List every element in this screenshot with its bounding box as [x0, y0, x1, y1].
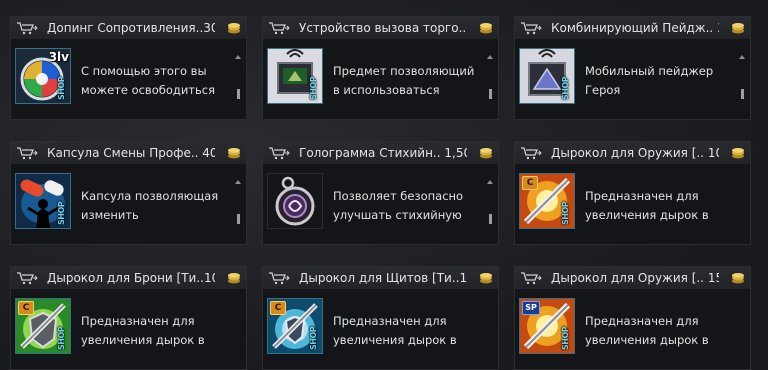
coin-stack-icon	[228, 273, 240, 284]
coin-stack-icon	[480, 148, 492, 159]
coin-stack-icon	[732, 273, 744, 284]
scroll-up-arrow-icon[interactable]	[487, 55, 493, 59]
shop-tag: SHOP	[57, 76, 66, 100]
item-description: С помощью этого вы можете освободиться о…	[81, 64, 216, 97]
shop-item-card[interactable]: Капсула Смены Профе.. 400 SHOP Капсула п…	[10, 141, 247, 245]
grade-badge: C	[270, 301, 286, 315]
grade-badge: SP	[522, 301, 540, 315]
elemental-hologram-icon[interactable]	[267, 173, 323, 229]
item-header: Капсула Смены Профе.. 400	[11, 142, 246, 165]
doping-potion-icon[interactable]: 3lv SHOP	[15, 48, 71, 104]
shop-item-card[interactable]: Допинг Сопротивления..300 3lv SHOP С пом…	[10, 16, 247, 120]
shopping-cart-icon[interactable]	[520, 271, 542, 285]
shop-item-card[interactable]: Комбинирующий Пейдж.. 30 SHOP Мобильный …	[514, 16, 751, 120]
coin-stack-icon	[228, 23, 240, 34]
item-title: Дырокол для Щитов [Ти..100	[299, 271, 467, 285]
class-change-capsule-icon[interactable]: SHOP	[15, 173, 71, 229]
item-description: Предмет позволяющий в использоваться усл…	[333, 64, 475, 97]
shopping-cart-icon[interactable]	[520, 146, 542, 160]
item-header: Допинг Сопротивления..300	[11, 17, 246, 40]
item-level-badge: 3lv	[48, 50, 69, 64]
shop-tag: SHOP	[309, 76, 318, 100]
item-description: Предназначен для увеличения дырок в оруж…	[585, 314, 709, 347]
shop-item-card[interactable]: Устройство вызова торго..30 SHOP Предмет…	[262, 16, 499, 120]
shield-punch-icon[interactable]: C SHOP	[267, 298, 323, 354]
item-title: Дырокол для Оружия [.. 100	[551, 146, 719, 160]
shop-tag: SHOP	[309, 326, 318, 350]
item-body: 3lv SHOP С помощью этого вы можете освоб…	[11, 39, 246, 119]
item-body: SHOP Предмет позволяющий в использоватьс…	[263, 39, 498, 119]
item-header: Дырокол для Щитов [Ти..100	[263, 267, 498, 290]
item-title: Капсула Смены Профе.. 400	[47, 146, 215, 160]
scroll-thumb[interactable]	[489, 214, 492, 224]
item-header: Дырокол для Оружия [.. 150	[515, 267, 750, 290]
shop-item-card[interactable]: Дырокол для Оружия [.. 150 SP SHOP Предн…	[514, 266, 751, 370]
shop-item-card[interactable]: Дырокол для Щитов [Ти..100 C SHOP Предна…	[262, 266, 499, 370]
scroll-thumb[interactable]	[237, 214, 240, 224]
item-description: Позволяет безопасно улучшать стихийную б…	[333, 189, 464, 222]
shop-item-card[interactable]: Голограмма Стихийн.. 1,500 Позволяет без…	[262, 141, 499, 245]
scroll-thumb[interactable]	[489, 89, 492, 99]
item-description: Предназначен для увеличения дырок в брон…	[81, 314, 205, 347]
coin-stack-icon	[480, 23, 492, 34]
pager-icon[interactable]: SHOP	[519, 48, 575, 104]
item-description: Предназначен для увеличения дырок в оруж…	[585, 189, 709, 222]
item-body: C SHOP Предназначен для увеличения дырок…	[263, 289, 498, 369]
item-body: SHOP Мобильный пейджер Героя	[515, 39, 750, 119]
item-body: C SHOP Предназначен для увеличения дырок…	[515, 164, 750, 244]
item-header: Устройство вызова торго..30	[263, 17, 498, 40]
item-body: SHOP Капсула позволяющая изменить специа…	[11, 164, 246, 244]
item-body: SP SHOP Предназначен для увеличения дыро…	[515, 289, 750, 369]
shopping-cart-icon[interactable]	[16, 271, 38, 285]
armor-punch-icon[interactable]: C SHOP	[15, 298, 71, 354]
coin-stack-icon	[732, 23, 744, 34]
weapon-punch-sp-icon[interactable]: SP SHOP	[519, 298, 575, 354]
shop-tag: SHOP	[561, 201, 570, 225]
weapon-punch-icon[interactable]: C SHOP	[519, 173, 575, 229]
scroll-thumb[interactable]	[237, 89, 240, 99]
shop-tag: SHOP	[561, 76, 570, 100]
shopping-cart-icon[interactable]	[268, 21, 290, 35]
item-title: Дырокол для Оружия [.. 150	[551, 271, 719, 285]
shop-tag: SHOP	[57, 326, 66, 350]
shop-item-card[interactable]: Дырокол для Брони [Ти..100 C SHOP Предна…	[10, 266, 247, 370]
shopping-cart-icon[interactable]	[520, 21, 542, 35]
scroll-up-arrow-icon[interactable]	[487, 180, 493, 184]
item-description: Мобильный пейджер Героя	[585, 64, 714, 97]
shop-item-card[interactable]: Дырокол для Оружия [.. 100 C SHOP Предна…	[514, 141, 751, 245]
grade-badge: C	[522, 176, 538, 190]
item-header: Комбинирующий Пейдж.. 30	[515, 17, 750, 40]
item-header: Дырокол для Брони [Ти..100	[11, 267, 246, 290]
item-title: Допинг Сопротивления..300	[47, 21, 215, 35]
scroll-up-arrow-icon[interactable]	[739, 55, 745, 59]
coin-stack-icon	[732, 148, 744, 159]
grade-badge: C	[18, 301, 34, 315]
coin-stack-icon	[228, 148, 240, 159]
coin-stack-icon	[480, 273, 492, 284]
item-body: Позволяет безопасно улучшать стихийную б…	[263, 164, 498, 244]
item-header: Дырокол для Оружия [.. 100	[515, 142, 750, 165]
item-title: Дырокол для Брони [Ти..100	[47, 271, 215, 285]
shopping-cart-icon[interactable]	[268, 146, 290, 160]
shop-tag: SHOP	[561, 326, 570, 350]
scroll-up-arrow-icon[interactable]	[235, 180, 241, 184]
shopping-cart-icon[interactable]	[268, 271, 290, 285]
shopping-cart-icon[interactable]	[16, 146, 38, 160]
scroll-thumb[interactable]	[741, 89, 744, 99]
scroll-up-arrow-icon[interactable]	[235, 55, 241, 59]
item-title: Голограмма Стихийн.. 1,500	[299, 146, 467, 160]
item-title: Комбинирующий Пейдж.. 30	[551, 21, 719, 35]
shop-tag: SHOP	[57, 201, 66, 225]
item-description: Предназначен для увеличения дырок в щита…	[333, 314, 457, 347]
item-body: C SHOP Предназначен для увеличения дырок…	[11, 289, 246, 369]
shopping-cart-icon[interactable]	[16, 21, 38, 35]
item-title: Устройство вызова торго..30	[299, 21, 467, 35]
trade-summon-device-icon[interactable]: SHOP	[267, 48, 323, 104]
item-shop-grid: Допинг Сопротивления..300 3lv SHOP С пом…	[0, 0, 768, 370]
item-header: Голограмма Стихийн.. 1,500	[263, 142, 498, 165]
item-description: Капсула позволяющая изменить специализац…	[81, 189, 219, 222]
